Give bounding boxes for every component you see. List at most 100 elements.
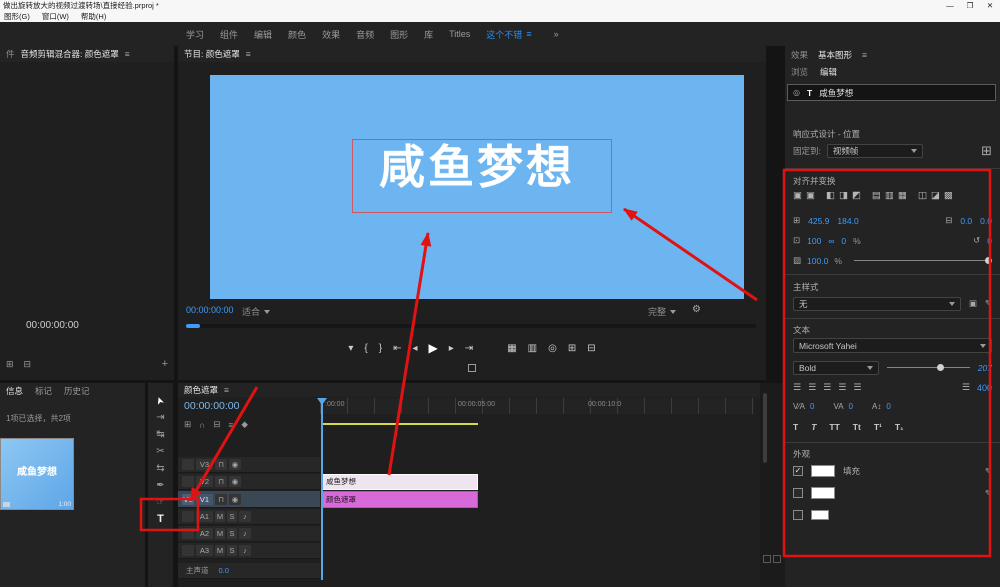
ripple-edit-tool[interactable]: ↹ bbox=[148, 429, 173, 440]
playhead-head[interactable] bbox=[317, 398, 327, 405]
leading-value[interactable]: 0 bbox=[886, 402, 890, 411]
paragraph-icon[interactable]: ☰ bbox=[962, 382, 970, 393]
sync-lock-icon[interactable]: ⊓ bbox=[215, 476, 227, 487]
solo-button[interactable]: S bbox=[227, 528, 237, 539]
track-output-eye-icon[interactable]: ◉ bbox=[229, 494, 241, 505]
font-family-dropdown[interactable]: Microsoft Yahei bbox=[793, 338, 992, 353]
workspace-overflow-icon[interactable]: » bbox=[554, 29, 559, 39]
panel-corner-icon[interactable] bbox=[773, 555, 781, 563]
source-patch[interactable] bbox=[182, 528, 194, 539]
text-bounding-box[interactable] bbox=[352, 139, 612, 213]
pin-anchor-target-icon[interactable]: ⊞ bbox=[981, 143, 992, 159]
solo-button[interactable]: S bbox=[227, 511, 237, 522]
fill-checkbox[interactable]: ✓ bbox=[793, 466, 803, 476]
position-x-value[interactable]: 425.9 bbox=[808, 216, 829, 226]
zoom-fit-dropdown[interactable]: 适合 bbox=[242, 305, 270, 318]
project-item-thumbnail[interactable]: 咸鱼梦想 1:00 bbox=[0, 438, 74, 510]
align-icon[interactable]: ◩ bbox=[852, 190, 861, 201]
source-patch[interactable] bbox=[182, 476, 194, 487]
workspace-tab-active[interactable]: 这个不错 bbox=[486, 28, 522, 41]
source-patch[interactable] bbox=[182, 511, 194, 522]
pin-to-dropdown[interactable]: 视频帧 bbox=[827, 144, 923, 158]
kerning-value[interactable]: 0 bbox=[849, 402, 853, 411]
fill-color-swatch[interactable] bbox=[811, 465, 835, 477]
anchor-point-icon[interactable]: ⊟ bbox=[945, 215, 952, 226]
mixer-button-2-icon[interactable]: ⊟ bbox=[24, 359, 32, 370]
track-name[interactable]: A2 bbox=[196, 528, 213, 539]
font-size-slider[interactable] bbox=[887, 367, 970, 368]
align-right-icon[interactable]: ☰ bbox=[823, 382, 831, 393]
menu-window[interactable]: 窗口(W) bbox=[42, 11, 69, 22]
master-style-dropdown[interactable]: 无 bbox=[793, 297, 961, 311]
sync-lock-icon[interactable]: ⊓ bbox=[215, 494, 227, 505]
workspace-tab-effects[interactable]: 效果 bbox=[322, 28, 340, 41]
track-name[interactable]: A1 bbox=[196, 511, 213, 522]
faux-italic-toggle[interactable]: T bbox=[811, 422, 816, 432]
layer-row-selected[interactable]: ◎ T 咸鱼梦想 bbox=[787, 84, 996, 101]
add-marker-icon[interactable]: ◆ bbox=[241, 419, 248, 430]
mic-icon[interactable]: ♪ bbox=[239, 511, 251, 522]
anchor-x-value[interactable]: 0.0 bbox=[960, 216, 972, 226]
track-name[interactable]: V2 bbox=[196, 476, 213, 487]
stroke-checkbox[interactable] bbox=[793, 488, 803, 498]
scale-icon[interactable]: ⊡ bbox=[793, 235, 800, 246]
vertical-scrollbar[interactable] bbox=[763, 393, 767, 463]
panel-corner-icon[interactable] bbox=[763, 555, 771, 563]
align-icon[interactable]: ◫ bbox=[918, 190, 927, 201]
align-icon[interactable]: ▣ bbox=[806, 190, 815, 201]
shadow-checkbox[interactable] bbox=[793, 510, 803, 520]
link-scale-icon[interactable]: ∞ bbox=[828, 236, 834, 246]
clipped-tab-effect-controls[interactable]: 件 bbox=[6, 48, 15, 60]
razor-tool[interactable]: ✂ bbox=[148, 446, 173, 457]
align-icon[interactable]: ▤ bbox=[872, 190, 881, 201]
mixer-timecode[interactable]: 00:00:00:00 bbox=[26, 320, 79, 331]
align-icon[interactable]: ▦ bbox=[898, 190, 907, 201]
lift-icon[interactable]: ▦ bbox=[507, 343, 516, 354]
work-area-bar[interactable] bbox=[322, 423, 478, 425]
program-timecode[interactable]: 00:00:00:00 bbox=[186, 305, 234, 315]
font-weight-value[interactable]: 400 bbox=[977, 383, 992, 393]
push-style-icon[interactable]: ▣ bbox=[969, 298, 977, 309]
playhead-line[interactable] bbox=[321, 398, 323, 580]
position-y-value[interactable]: 184.0 bbox=[837, 216, 858, 226]
scale-value[interactable]: 100 bbox=[807, 236, 821, 246]
source-patch[interactable]: V1 bbox=[182, 494, 194, 505]
opacity-slider-handle[interactable] bbox=[985, 257, 992, 264]
selection-tool[interactable]: ➤ bbox=[151, 387, 170, 414]
workspace-tab-audio[interactable]: 音频 bbox=[356, 28, 374, 41]
align-icon[interactable]: ◧ bbox=[826, 190, 835, 201]
track-output-eye-icon[interactable]: ◉ bbox=[229, 459, 241, 470]
faux-bold-toggle[interactable]: T bbox=[793, 422, 798, 432]
go-to-out-icon[interactable]: ⇥ bbox=[465, 343, 473, 354]
snap-magnet-icon[interactable]: ∩ bbox=[199, 420, 205, 430]
timeline-ruler[interactable]: :00:00 00:00:05:00 00:00:10:0 bbox=[320, 398, 754, 414]
mic-icon[interactable]: ♪ bbox=[239, 545, 251, 556]
program-preview[interactable]: 咸鱼梦想 bbox=[210, 75, 744, 299]
solo-button[interactable]: S bbox=[227, 545, 237, 556]
insert-overwrite-icon[interactable]: ⊞ bbox=[184, 419, 191, 430]
tab-effects[interactable]: 效果 bbox=[791, 49, 808, 61]
panel-menu-icon[interactable]: ≡ bbox=[125, 49, 130, 59]
workspace-tab-graphics[interactable]: 图形 bbox=[390, 28, 408, 41]
panel-menu-icon[interactable]: ≡ bbox=[246, 49, 251, 59]
align-icon[interactable]: ◨ bbox=[839, 190, 848, 201]
shadow-color-swatch[interactable] bbox=[811, 510, 829, 520]
workspace-tab-edit[interactable]: 编辑 bbox=[254, 28, 272, 41]
program-monitor-tab[interactable]: 节目: 颜色遮罩 bbox=[184, 48, 240, 60]
subtab-browse[interactable]: 浏览 bbox=[791, 66, 808, 78]
eyedropper-icon[interactable]: ✎ bbox=[985, 488, 992, 499]
clip-v2[interactable]: 咸鱼梦想 bbox=[322, 474, 478, 490]
mixer-button-1-icon[interactable]: ⊞ bbox=[6, 359, 14, 370]
anchor-y-value[interactable]: 0.0 bbox=[980, 216, 992, 226]
mute-button[interactable]: M bbox=[215, 511, 225, 522]
master-volume-value[interactable]: 0.0 bbox=[219, 566, 229, 575]
align-icon[interactable]: ▥ bbox=[885, 190, 894, 201]
audio-mixer-tab[interactable]: 音频剪辑混合器: 颜色遮罩 bbox=[21, 48, 119, 60]
type-tool[interactable]: T bbox=[148, 513, 173, 525]
align-icon[interactable]: ▩ bbox=[944, 190, 953, 201]
mute-button[interactable]: M bbox=[215, 545, 225, 556]
workspace-tab-components[interactable]: 组件 bbox=[220, 28, 238, 41]
font-style-dropdown[interactable]: Bold bbox=[793, 361, 879, 375]
close-button[interactable]: ✕ bbox=[980, 1, 1000, 10]
track-name[interactable]: A3 bbox=[196, 545, 213, 556]
